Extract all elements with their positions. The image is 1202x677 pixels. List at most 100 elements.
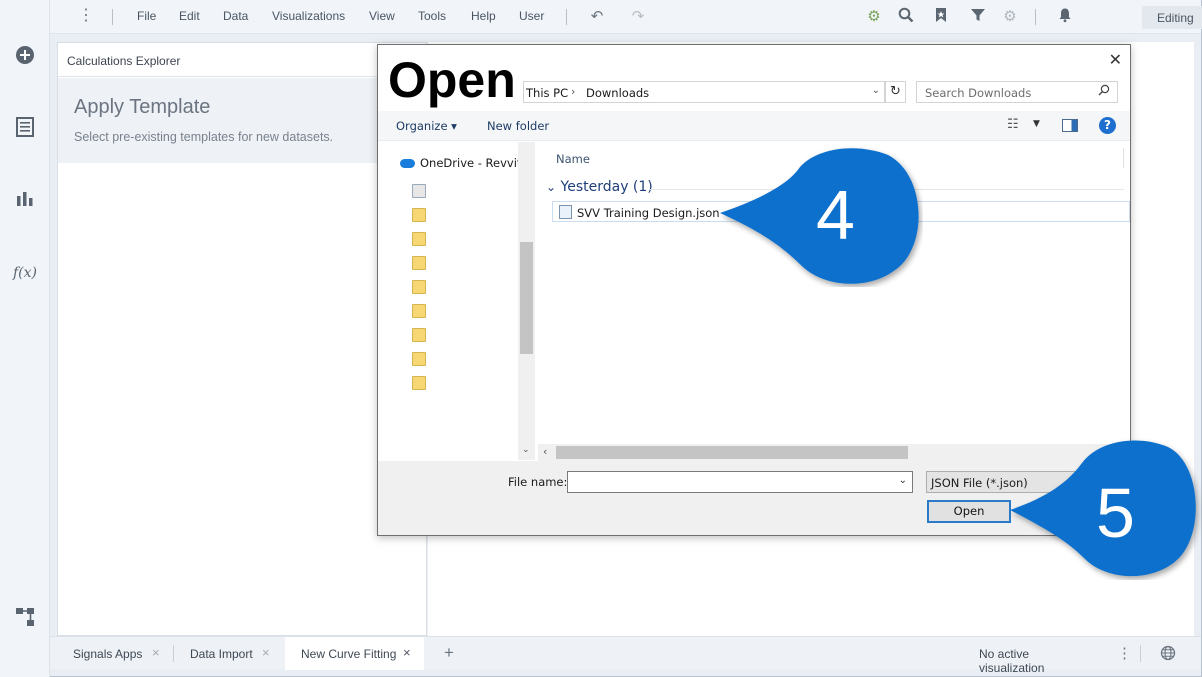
organize-label: Organize (396, 119, 448, 133)
linked-folder-icon[interactable] (412, 184, 426, 198)
nav-item-onedrive[interactable]: OneDrive - Revvity (400, 156, 528, 170)
bottom-tab-bar: Signals Apps × Data Import × New Curve F… (50, 636, 1201, 675)
tab-data-import[interactable]: Data Import × (176, 637, 280, 670)
globe-icon[interactable] (1158, 637, 1178, 670)
breadcrumb-downloads[interactable]: Downloads (586, 86, 649, 100)
left-rail: f(x) (0, 0, 50, 677)
template-title: Apply Template (74, 96, 211, 118)
calculations-explorer-panel: Calculations Explorer Apply Template Sel… (57, 42, 427, 636)
settings-gear-green-icon[interactable]: ⚙ (864, 7, 884, 27)
menu-tools[interactable]: Tools (418, 9, 446, 23)
search-input[interactable]: Search Downloads (916, 81, 1118, 103)
plus-icon: + (444, 643, 454, 662)
add-icon[interactable] (12, 44, 38, 70)
bar-chart-icon[interactable] (12, 188, 38, 214)
file-name-label: File name: (508, 475, 568, 489)
scrollbar-thumb[interactable] (556, 446, 908, 459)
panel-header: Calculations Explorer (58, 43, 426, 77)
menu-user[interactable]: User (519, 9, 544, 23)
breadcrumb-this-pc[interactable]: This PC (526, 86, 568, 100)
chevron-down-icon: ⌄ (546, 180, 557, 194)
gear-icon[interactable]: ⚙ (1000, 7, 1020, 27)
folder-icon[interactable] (412, 376, 426, 390)
folder-icon[interactable] (412, 328, 426, 342)
chevron-right-icon: › (571, 85, 576, 98)
bookmark-icon[interactable] (931, 7, 951, 27)
bell-icon[interactable] (1055, 7, 1075, 27)
divider (112, 9, 113, 25)
menu-file[interactable]: File (137, 9, 156, 23)
menu-visualizations[interactable]: Visualizations (272, 9, 345, 23)
add-tab-button[interactable]: + (440, 637, 462, 670)
file-name: SVV Training Design.json (577, 206, 720, 220)
view-options-icon[interactable]: ☷ (1007, 117, 1019, 132)
organize-button[interactable]: Organize ▾ (396, 119, 457, 133)
address-bar[interactable]: This PC › Downloads ⌄ (523, 81, 885, 103)
open-button[interactable]: Open (927, 500, 1011, 523)
function-icon[interactable]: f(x) (12, 260, 38, 286)
search-icon (1098, 84, 1110, 100)
panel-title: Calculations Explorer (67, 54, 181, 68)
folder-icon[interactable] (412, 256, 426, 270)
close-icon[interactable]: × (262, 645, 270, 660)
folder-icon[interactable] (412, 280, 426, 294)
step-callout-4: 4 (718, 145, 923, 287)
app-menu-icon[interactable]: ⋮ (78, 6, 94, 26)
folder-icon[interactable] (412, 208, 426, 222)
mode-label: Editing (1157, 11, 1194, 25)
menu-data[interactable]: Data (223, 9, 248, 23)
divider (1140, 645, 1141, 662)
scrollbar-thumb[interactable] (520, 242, 533, 354)
group-label: Yesterday (1) (560, 179, 653, 195)
folder-icon[interactable] (412, 352, 426, 366)
dialog-title: Open (384, 50, 520, 110)
workflow-icon[interactable] (12, 606, 38, 632)
refresh-icon[interactable]: ↻ (885, 81, 906, 103)
apply-template-card[interactable]: Apply Template Select pre-existing templ… (58, 78, 426, 163)
tab-label: New Curve Fitting (301, 647, 397, 661)
column-header-name[interactable]: Name (556, 152, 590, 166)
mode-dropdown[interactable]: Editing ⌄ (1142, 6, 1202, 29)
divider (173, 645, 174, 662)
group-header[interactable]: ⌄ Yesterday (1) (546, 179, 653, 195)
tab-new-curve-fitting[interactable]: New Curve Fitting × (285, 637, 424, 670)
help-icon[interactable]: ? (1099, 117, 1116, 134)
close-icon[interactable]: ✕ (1109, 50, 1122, 69)
chevron-down-icon[interactable]: ⌄ (899, 475, 907, 486)
cloud-icon (400, 159, 415, 168)
tab-signals-apps[interactable]: Signals Apps × (58, 637, 170, 670)
json-file-icon (559, 205, 572, 219)
redo-icon[interactable]: ↷ (628, 7, 648, 27)
menu-view[interactable]: View (369, 9, 395, 23)
close-icon[interactable]: × (403, 645, 411, 660)
search-icon[interactable] (896, 7, 916, 27)
tab-label: Data Import (190, 647, 253, 661)
search-placeholder: Search Downloads (925, 86, 1032, 100)
dialog-toolbar: Organize ▾ New folder ☷ ▼ ? (378, 111, 1130, 141)
list-icon[interactable] (12, 116, 38, 142)
chevron-left-icon[interactable]: ‹ (543, 445, 547, 458)
tab-label: Signals Apps (73, 647, 143, 661)
menu-help[interactable]: Help (471, 9, 496, 23)
filter-icon[interactable] (968, 7, 988, 27)
callout-number: 5 (1096, 474, 1135, 552)
chevron-down-icon[interactable]: ⌄ (522, 445, 530, 455)
template-subtitle: Select pre-existing templates for new da… (74, 130, 334, 144)
top-menu-bar: ⋮ File Edit Data Visualizations View Too… (50, 0, 1202, 34)
new-folder-button[interactable]: New folder (487, 119, 549, 133)
folder-icon[interactable] (412, 232, 426, 246)
divider (1123, 148, 1124, 168)
undo-icon[interactable]: ↶ (587, 7, 607, 27)
nav-scrollbar[interactable]: ⌄ (518, 142, 535, 460)
navigation-pane: OneDrive - Revvity (378, 142, 535, 460)
chevron-down-icon[interactable]: ⌄ (872, 85, 880, 96)
folder-icon[interactable] (412, 304, 426, 318)
menu-edit[interactable]: Edit (179, 9, 200, 23)
preview-pane-icon[interactable] (1062, 119, 1078, 132)
more-options-icon[interactable]: ⋮ (1114, 637, 1132, 670)
file-name-input[interactable]: ⌄ (567, 471, 913, 493)
chevron-down-icon[interactable]: ▼ (1033, 119, 1040, 129)
close-icon[interactable]: × (152, 645, 160, 660)
divider (566, 9, 567, 25)
callout-number: 4 (816, 176, 855, 254)
